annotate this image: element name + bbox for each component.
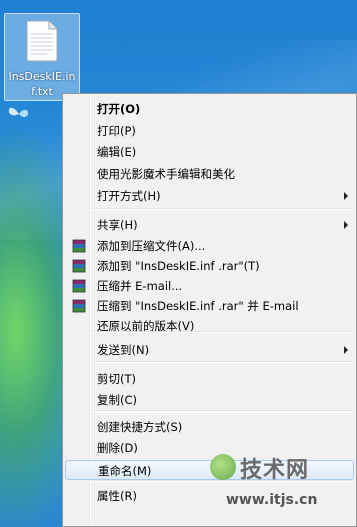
menu-item-label: 打开方式(H) [97, 189, 161, 203]
menu-item[interactable]: 使用光影魔术手编辑和美化 [65, 164, 354, 184]
menu-item[interactable]: 添加到 "InsDeskIE.inf .rar"(T) [65, 256, 354, 276]
menu-separator [93, 331, 353, 333]
watermark: 技术网 www.itjs.cn [210, 450, 350, 520]
menu-item-label: 打印(P) [97, 124, 136, 138]
menu-item-label: 属性(R) [97, 489, 137, 503]
menu-item[interactable]: 压缩到 "InsDeskIE.inf .rar" 并 E-mail [65, 296, 354, 316]
menu-item[interactable]: 添加到压缩文件(A)... [65, 236, 354, 256]
menu-item[interactable]: 还原以前的版本(V) [65, 316, 354, 336]
menu-item-label: 使用光影魔术手编辑和美化 [97, 167, 235, 181]
menu-item[interactable]: 创建快捷方式(S) [65, 417, 354, 437]
menu-separator [93, 361, 353, 363]
menu-item-label: 添加到 "InsDeskIE.inf .rar"(T) [97, 259, 260, 273]
winrar-icon [72, 259, 86, 273]
menu-item[interactable]: 复制(C) [65, 390, 354, 410]
menu-item-label: 压缩并 E-mail... [97, 279, 183, 293]
submenu-arrow-icon [344, 221, 348, 229]
menu-item[interactable]: 打开方式(H) [65, 186, 354, 206]
menu-item[interactable]: 打开(O) [65, 99, 354, 119]
menu-item-label: 剪切(T) [97, 372, 136, 386]
menu-item[interactable]: 打印(P) [65, 121, 354, 141]
menu-item-label: 发送到(N) [97, 343, 150, 357]
menu-item-label: 打开(O) [97, 102, 141, 116]
menu-item-label: 添加到压缩文件(A)... [97, 239, 206, 253]
menu-separator [93, 208, 353, 210]
menu-item[interactable]: 剪切(T) [65, 369, 354, 389]
menu-item-label: 共享(H) [97, 218, 138, 232]
winrar-icon [72, 299, 86, 313]
winrar-icon [72, 279, 86, 293]
submenu-arrow-icon [344, 192, 348, 200]
menu-item[interactable]: 编辑(E) [65, 142, 354, 162]
menu-separator [93, 410, 353, 412]
menu-item-label: 复制(C) [97, 393, 138, 407]
menu-item-label: 删除(D) [97, 441, 138, 455]
desktop: InsDeskIE.inf.txt 打开(O) 打印(P) 编辑(E) 使用光影魔术手… [0, 0, 357, 527]
watermark-url: www.itjs.cn [226, 492, 318, 508]
watermark-logo-icon [210, 454, 236, 480]
butterfly-icon [8, 107, 29, 117]
menu-item[interactable]: 发送到(N) [65, 340, 354, 360]
desktop-file-item[interactable]: InsDeskIE.inf.txt [4, 13, 80, 101]
submenu-arrow-icon [344, 346, 348, 354]
menu-item[interactable]: 压缩并 E-mail... [65, 276, 354, 296]
watermark-title: 技术网 [240, 458, 310, 483]
text-file-icon [26, 20, 58, 62]
menu-item-label: 压缩到 "InsDeskIE.inf .rar" 并 E-mail [97, 299, 299, 313]
menu-item-label: 重命名(M) [98, 464, 152, 478]
menu-item[interactable]: 共享(H) [65, 215, 354, 235]
menu-item-label: 创建快捷方式(S) [97, 420, 183, 434]
menu-item-label: 编辑(E) [97, 145, 137, 159]
winrar-icon [72, 239, 86, 253]
